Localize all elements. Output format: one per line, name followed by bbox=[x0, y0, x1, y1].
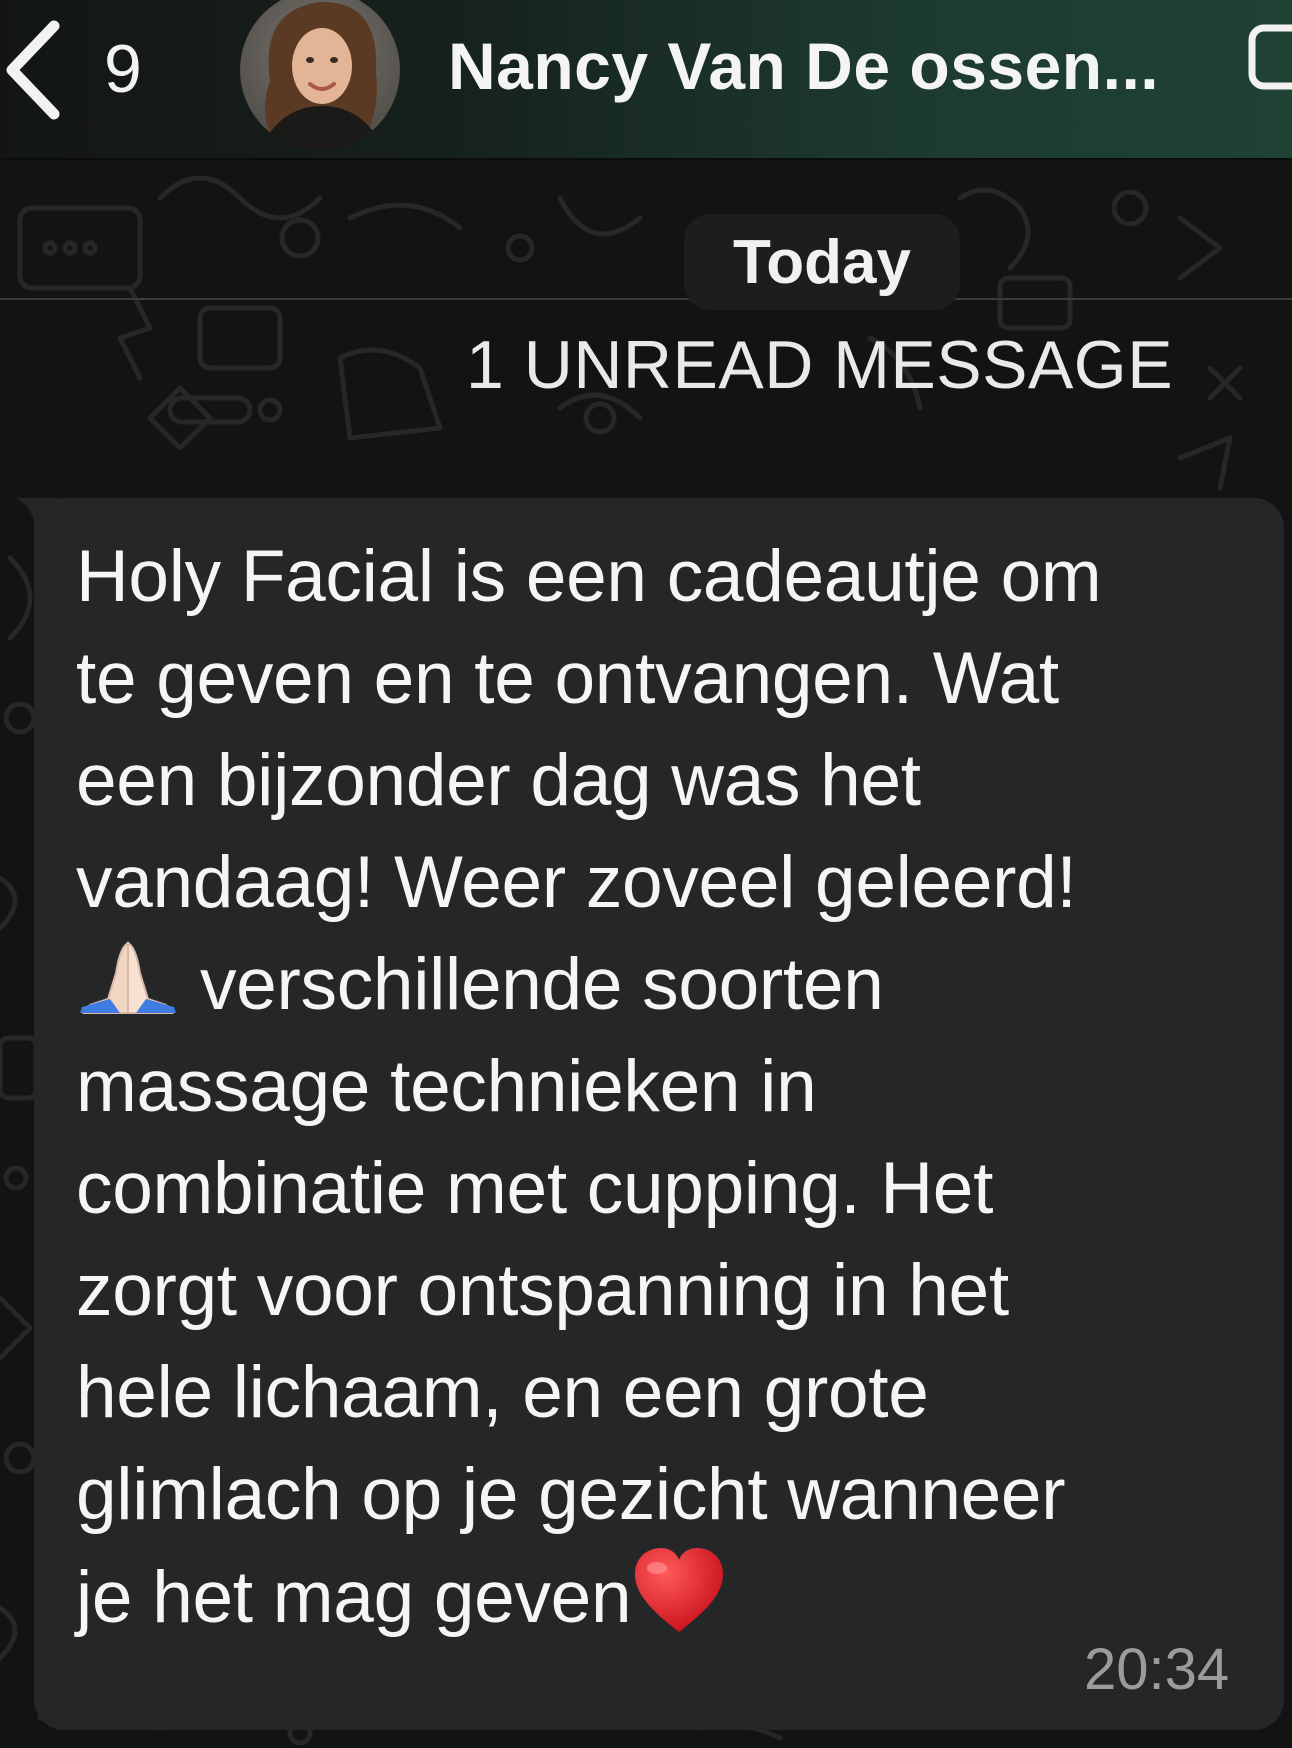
message-line: een bijzonder dag was het bbox=[76, 740, 921, 821]
chat-header: 9 Nancy Van De ossen... bbox=[0, 0, 1292, 158]
message-line: te geven en te ontvangen. Wat bbox=[76, 638, 1059, 719]
message-line-text: verschillende soorten bbox=[180, 944, 884, 1025]
message-line: glimlach op je gezicht wanneer bbox=[76, 1454, 1066, 1535]
message-line: combinatie met cupping. Het bbox=[76, 1148, 994, 1229]
red-heart-icon bbox=[635, 1548, 724, 1632]
message-line-with-emoji: verschillende soorten bbox=[76, 934, 1266, 1036]
date-separator: Today bbox=[684, 214, 960, 310]
folded-hands-icon bbox=[80, 941, 176, 1014]
message-line: zorgt voor ontspanning in het bbox=[76, 1250, 1009, 1331]
message-line-with-emoji: je het mag geven bbox=[76, 1546, 1266, 1648]
unread-chats-count: 9 bbox=[104, 31, 142, 107]
video-call-icon[interactable] bbox=[1248, 24, 1292, 92]
message-line: massage technieken in bbox=[76, 1046, 817, 1127]
contact-photo bbox=[240, 0, 400, 150]
avatar[interactable] bbox=[240, 0, 400, 150]
message-line: Holy Facial is een cadeautje om bbox=[76, 536, 1102, 617]
contact-name[interactable]: Nancy Van De ossen... bbox=[448, 28, 1159, 104]
back-button[interactable]: 9 bbox=[0, 8, 170, 148]
chevron-left-icon bbox=[6, 20, 60, 120]
message-text: Holy Facial is een cadeautje om te geven… bbox=[76, 526, 1266, 1648]
message-line: vandaag! Weer zoveel geleerd! bbox=[76, 842, 1077, 923]
unread-messages-banner: 1 UNREAD MESSAGE bbox=[466, 327, 1174, 403]
message-line: hele lichaam, en een grote bbox=[76, 1352, 929, 1433]
message-line-text: je het mag geven bbox=[76, 1557, 632, 1638]
message-timestamp: 20:34 bbox=[1084, 1637, 1230, 1702]
unread-divider-line bbox=[0, 298, 1292, 300]
chat-screen: 9 Nancy Van De ossen... Today 1 UNREAD M… bbox=[0, 0, 1292, 1748]
